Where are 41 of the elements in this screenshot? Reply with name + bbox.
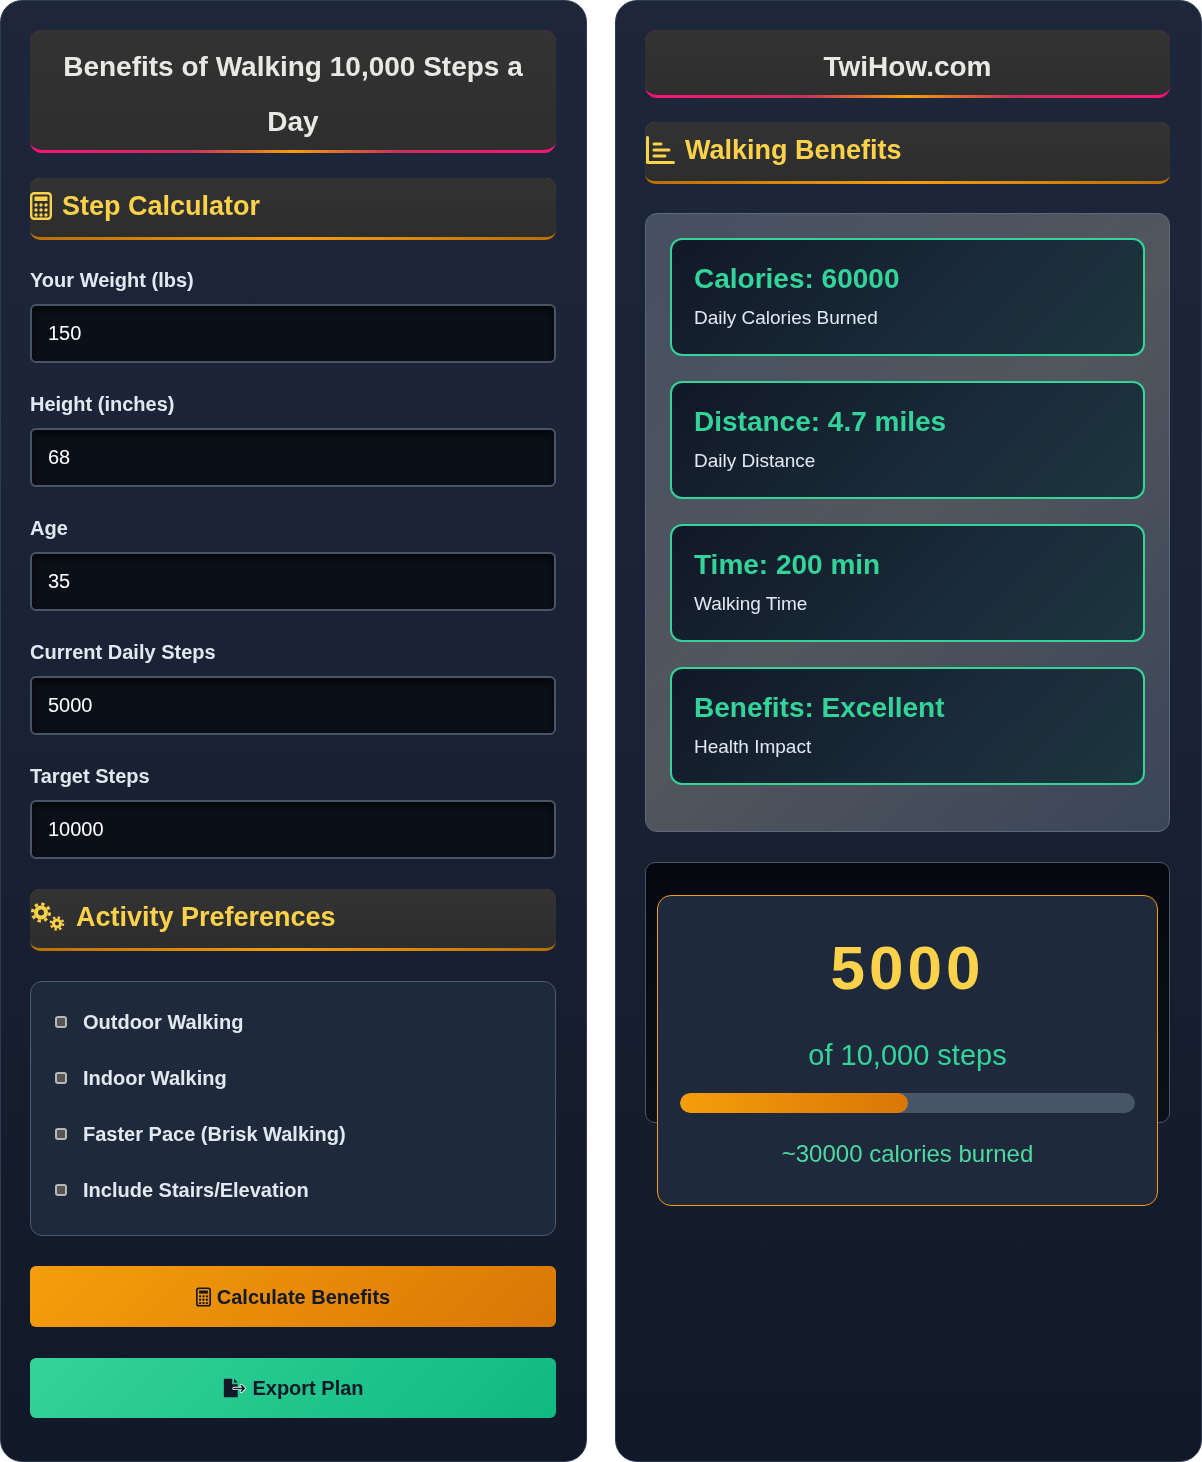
- input-field[interactable]: 10000: [30, 800, 556, 859]
- checkbox[interactable]: [55, 1072, 67, 1084]
- option-label: Include Stairs/Elevation: [83, 1178, 309, 1203]
- gears-icon: [30, 901, 66, 932]
- option-label: Faster Pace (Brisk Walking): [83, 1122, 346, 1147]
- calculator-icon: [195, 1286, 211, 1307]
- option-label: Indoor Walking: [83, 1066, 227, 1091]
- field-label: Age: [30, 516, 69, 540]
- bar-chart-icon: [645, 134, 675, 165]
- calories-text: ~30000 calories burned: [781, 1139, 1034, 1169]
- checkbox[interactable]: [55, 1016, 67, 1028]
- field-label: Target Steps: [30, 764, 151, 788]
- section-title: Walking Benefits: [685, 133, 902, 167]
- result-title: Calories: 60000: [694, 262, 901, 296]
- calculator-icon: [30, 191, 52, 220]
- file-export-icon: [222, 1377, 247, 1399]
- result-subtitle: Daily Calories Burned: [694, 306, 879, 330]
- result-subtitle: Health Impact: [694, 735, 813, 759]
- result-title: Time: 200 min: [694, 548, 882, 582]
- result-title: Distance: 4.7 miles: [694, 405, 948, 439]
- input-field[interactable]: 68: [30, 428, 556, 487]
- field-label: Your Weight (lbs): [30, 268, 195, 292]
- export-button[interactable]: Export Plan: [30, 1358, 556, 1418]
- step-goal: of 10,000 steps: [807, 1038, 1008, 1073]
- input-field[interactable]: 150: [30, 304, 556, 363]
- section-title: Activity Preferences: [76, 900, 336, 934]
- step-count: 5000: [829, 932, 986, 1004]
- result-title: Benefits: Excellent: [694, 691, 946, 725]
- page-title: TwiHow.com: [823, 51, 992, 82]
- section-title: Step Calculator: [62, 189, 261, 223]
- input-field[interactable]: 35: [30, 552, 556, 611]
- option-label: Outdoor Walking: [83, 1010, 244, 1035]
- result-subtitle: Walking Time: [694, 592, 809, 616]
- field-label: Height (inches): [30, 392, 176, 416]
- page-title: Benefits of Walking 10,000 Steps a Day: [63, 51, 523, 137]
- result-subtitle: Daily Distance: [694, 449, 817, 473]
- field-label: Current Daily Steps: [30, 640, 217, 664]
- checkbox[interactable]: [55, 1184, 67, 1196]
- calculate-button[interactable]: Calculate Benefits: [30, 1266, 556, 1327]
- checkbox[interactable]: [55, 1128, 67, 1140]
- input-field[interactable]: 5000: [30, 676, 556, 735]
